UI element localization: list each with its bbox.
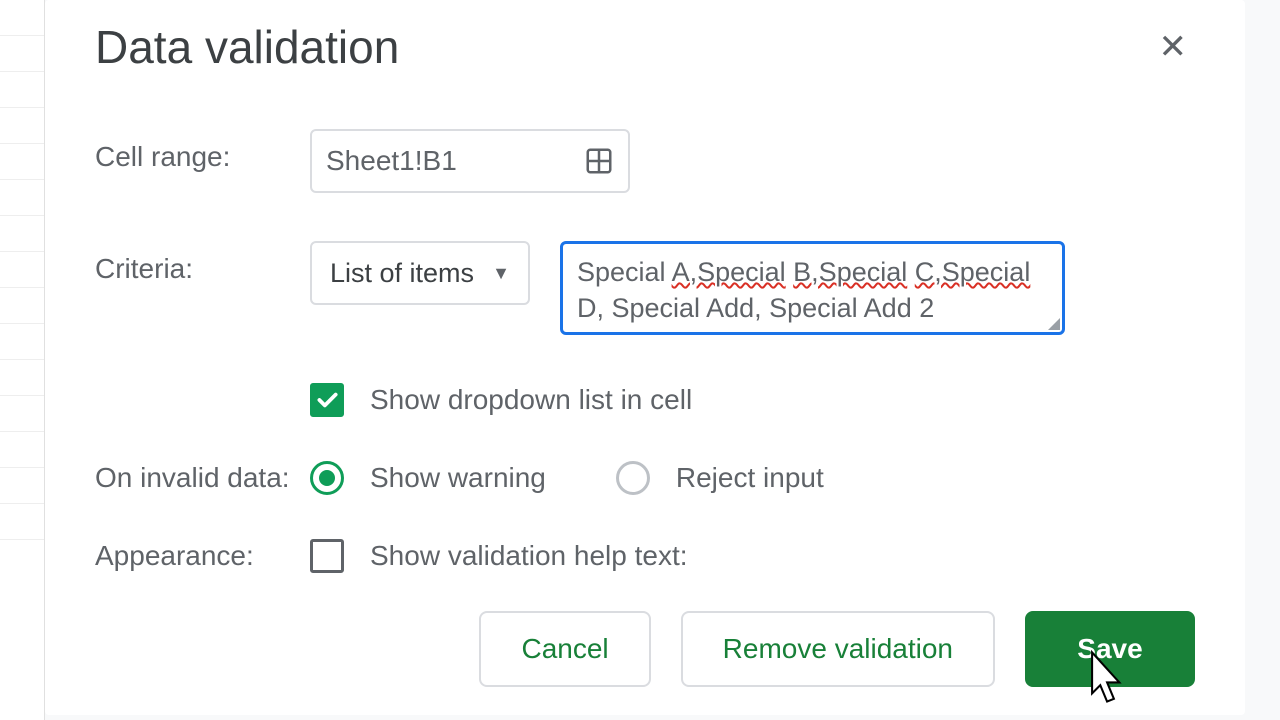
remove-validation-button[interactable]: Remove validation xyxy=(681,611,995,687)
dialog-title: Data validation xyxy=(95,20,399,74)
help-text-checkbox[interactable] xyxy=(310,539,344,573)
grid-select-icon[interactable] xyxy=(584,146,614,176)
cell-range-value: Sheet1!B1 xyxy=(326,145,457,177)
show-dropdown-checkbox[interactable] xyxy=(310,383,344,417)
save-button[interactable]: Save xyxy=(1025,611,1195,687)
reject-input-radio[interactable] xyxy=(616,461,650,495)
close-icon[interactable]: ✕ xyxy=(1151,26,1196,68)
spreadsheet-gutter xyxy=(0,0,45,720)
cancel-button[interactable]: Cancel xyxy=(479,611,650,687)
criteria-type-select[interactable]: List of items ▼ xyxy=(310,241,530,305)
resize-handle-icon[interactable] xyxy=(1048,318,1060,330)
criteria-items-input[interactable]: Special A,Special B,Special C,Special D,… xyxy=(560,241,1065,335)
appearance-label: Appearance: xyxy=(95,540,310,572)
criteria-label: Criteria: xyxy=(95,241,310,285)
cell-range-input[interactable]: Sheet1!B1 xyxy=(310,129,630,193)
show-warning-radio[interactable] xyxy=(310,461,344,495)
show-warning-radio-label: Show warning xyxy=(370,462,546,494)
on-invalid-label: On invalid data: xyxy=(95,462,310,494)
help-text-label: Show validation help text: xyxy=(370,540,688,572)
reject-input-radio-label: Reject input xyxy=(676,462,824,494)
cell-range-label: Cell range: xyxy=(95,129,310,173)
chevron-down-icon: ▼ xyxy=(492,263,510,284)
show-dropdown-label: Show dropdown list in cell xyxy=(370,384,692,416)
dialog-footer: Cancel Remove validation Save xyxy=(479,611,1195,687)
data-validation-dialog: Data validation ✕ Cell range: Sheet1!B1 … xyxy=(45,0,1245,715)
criteria-type-value: List of items xyxy=(330,258,474,289)
criteria-items-value: Special A,Special B,Special C,Special D,… xyxy=(577,257,1030,323)
